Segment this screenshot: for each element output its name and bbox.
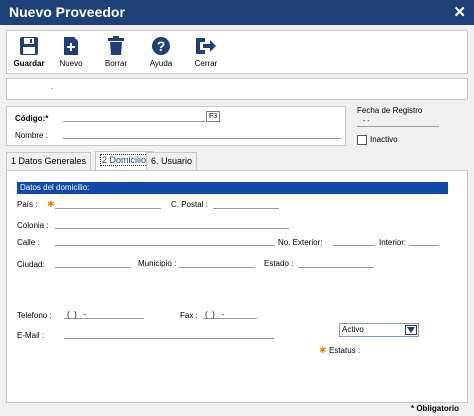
tab-domicilio[interactable]: 2 Domicilio — [95, 151, 154, 170]
codigo-field[interactable] — [63, 113, 205, 122]
help-icon: ? — [142, 35, 180, 57]
save-button[interactable]: Guardar — [10, 35, 48, 71]
new-label: Nuevo — [59, 59, 83, 68]
delete-label: Borrar — [104, 59, 128, 68]
telefono-label: Telefono : — [17, 311, 52, 320]
tab-datos-generales-label: 1 Datos Generales — [11, 156, 87, 166]
close-button[interactable]: Cerrar — [187, 35, 225, 71]
close-label: Cerrar — [194, 59, 218, 68]
f3-button[interactable]: F3 — [206, 111, 221, 122]
save-icon — [10, 35, 48, 57]
section-title: Datos del domicilio: — [17, 182, 448, 194]
exit-icon — [187, 35, 225, 57]
estatus-label: Estatus : — [329, 346, 361, 355]
fax-value: ( ) - — [205, 310, 225, 319]
telefono-value: ( ) - — [67, 310, 87, 319]
interior-label: Interior: — [379, 238, 407, 247]
pais-label: País : — [17, 200, 38, 209]
domicilio-panel: Datos del domicilio: País : ✱ C. Postal … — [6, 170, 468, 403]
window-title: Nuevo Proveedor — [9, 4, 125, 20]
interior-field[interactable] — [409, 237, 439, 246]
tab-usuario[interactable]: 6. Usuario — [146, 152, 198, 170]
nombre-field[interactable] — [63, 130, 341, 139]
new-document-icon — [52, 35, 90, 57]
email-field[interactable] — [64, 330, 274, 339]
fecha-registro-label: Fecha de Registro — [357, 106, 423, 115]
fax-field[interactable]: ( ) - — [203, 310, 257, 319]
required-star-icon: ✱ — [47, 199, 55, 209]
trash-icon — [97, 35, 135, 57]
new-button[interactable]: Nuevo — [52, 35, 90, 71]
obligatorio-note: * Obligatorio — [411, 404, 459, 413]
municipio-field[interactable] — [179, 259, 255, 268]
header-fields: Código:* F3 Nombre : — [6, 106, 346, 146]
help-label: Ayuda — [149, 59, 173, 68]
info-strip-text: . — [51, 82, 54, 91]
estatus-select[interactable]: Activo — [339, 323, 419, 337]
colonia-field[interactable] — [55, 220, 289, 229]
codigo-label: Código:* — [15, 114, 49, 123]
info-strip: . — [6, 78, 468, 100]
cpostal-field[interactable] — [213, 200, 279, 209]
municipio-label: Municipio : — [138, 259, 177, 268]
ciudad-label: Ciudad: — [17, 260, 45, 269]
fecha-registro-field: - - — [357, 118, 439, 127]
help-button[interactable]: ? Ayuda — [142, 35, 180, 71]
estatus-value: Activo — [342, 325, 364, 334]
chevron-down-icon — [405, 325, 417, 335]
svg-text:?: ? — [157, 38, 166, 54]
estado-field[interactable] — [298, 259, 374, 268]
fecha-registro-value: - - — [363, 118, 370, 125]
calle-label: Calle : — [17, 238, 40, 247]
tab-usuario-label: 6. Usuario — [151, 156, 193, 166]
calle-field[interactable] — [55, 237, 275, 246]
delete-button[interactable]: Borrar — [97, 35, 135, 71]
cpostal-label: C. Postal : — [171, 200, 208, 209]
inactivo-checkbox[interactable] — [357, 135, 367, 145]
email-label: E-Mail : — [17, 331, 45, 340]
inactivo-label: Inactivo — [370, 135, 398, 144]
fax-label: Fax : — [180, 311, 198, 320]
telefono-field[interactable]: ( ) - — [64, 310, 144, 319]
nombre-label: Nombre : — [15, 131, 48, 140]
toolbar: Guardar Nuevo Borrar ? Ayuda Cerrar — [6, 30, 468, 74]
tab-domicilio-label: 2 Domicilio — [100, 154, 149, 166]
noexterior-label: No. Exterior: — [278, 238, 323, 247]
ciudad-field[interactable] — [55, 259, 131, 268]
noexterior-field[interactable] — [333, 237, 375, 246]
pais-field[interactable] — [55, 200, 161, 209]
tab-datos-generales[interactable]: 1 Datos Generales — [6, 152, 92, 170]
title-bar: Nuevo Proveedor ✕ — [0, 0, 474, 25]
required-star-icon: ✱ — [319, 345, 327, 355]
close-icon[interactable]: ✕ — [453, 3, 466, 21]
save-label: Guardar — [13, 59, 45, 68]
estado-label: Estado : — [264, 259, 294, 268]
colonia-label: Colonia : — [17, 221, 49, 230]
